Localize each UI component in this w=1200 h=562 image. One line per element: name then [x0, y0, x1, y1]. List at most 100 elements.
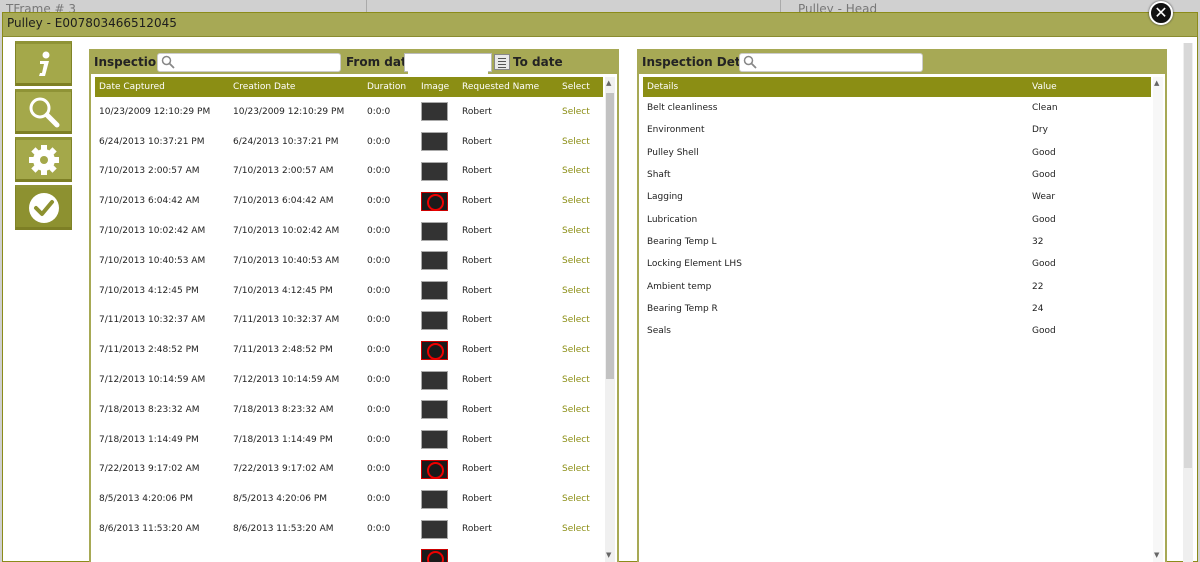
inspection-thumbnail[interactable] — [421, 430, 448, 450]
image-cell[interactable] — [417, 97, 458, 127]
table-row[interactable]: 7/10/2013 10:40:53 AM 7/10/2013 10:40:53 … — [95, 246, 603, 276]
scroll-up-arrow-icon[interactable]: ▲ — [606, 79, 611, 87]
table-row[interactable]: 7/18/2013 8:23:32 AM 7/18/2013 8:23:32 AM… — [95, 395, 603, 425]
image-cell[interactable] — [417, 157, 458, 187]
select-link[interactable]: Select — [558, 365, 603, 395]
select-link[interactable]: Select — [562, 435, 590, 445]
approve-button[interactable] — [15, 185, 72, 230]
close-icon[interactable]: ✕ — [1154, 3, 1167, 22]
detail-row[interactable]: Ambient temp 22 — [643, 275, 1151, 297]
image-cell[interactable] — [417, 276, 458, 306]
image-cell[interactable] — [417, 246, 458, 276]
select-link[interactable]: Select — [558, 514, 603, 544]
detail-row[interactable]: Belt cleanliness Clean — [643, 97, 1151, 119]
table-row[interactable]: 7/10/2013 2:00:57 AM 7/10/2013 2:00:57 AM… — [95, 157, 603, 187]
detail-row[interactable]: Pulley Shell Good — [643, 142, 1151, 164]
table-row[interactable]: 10/23/2009 12:10:29 PM 10/23/2009 12:10:2… — [95, 97, 603, 127]
select-link[interactable]: Select — [562, 256, 590, 266]
image-cell[interactable] — [417, 306, 458, 336]
image-cell[interactable] — [417, 484, 458, 514]
inspection-thumbnail[interactable] — [421, 281, 448, 301]
table-row[interactable]: 7/12/2013 10:14:59 AM 7/12/2013 10:14:59 … — [95, 365, 603, 395]
search-tool-button[interactable] — [15, 89, 72, 134]
image-cell[interactable] — [417, 127, 458, 157]
inspection-thumbnail[interactable] — [421, 251, 448, 271]
modal-scroll-thumb[interactable] — [1184, 43, 1192, 468]
no-image-icon[interactable] — [421, 191, 448, 211]
column-requested-name[interactable]: Requested Name — [458, 77, 558, 97]
image-cell[interactable] — [417, 514, 458, 544]
detail-row[interactable]: Environment Dry — [643, 119, 1151, 141]
select-link[interactable]: Select — [558, 276, 603, 306]
select-link[interactable]: Select — [562, 226, 590, 236]
select-link[interactable]: Select — [562, 286, 590, 296]
table-row[interactable]: 8/6/2013 11:53:20 AM 8/6/2013 11:53:20 AM… — [95, 514, 603, 544]
inspection-thumbnail[interactable] — [421, 102, 448, 122]
table-row[interactable]: 6/24/2013 10:37:21 PM 6/24/2013 10:37:21 … — [95, 127, 603, 157]
select-link[interactable]: Select — [562, 107, 590, 117]
calendar-icon[interactable] — [494, 54, 510, 70]
column-date-captured[interactable]: Date Captured — [95, 77, 229, 97]
select-link[interactable]: Select — [562, 345, 590, 355]
image-cell[interactable] — [417, 335, 458, 365]
details-scrollbar[interactable]: ▲ ▼ — [1153, 77, 1163, 562]
table-row[interactable]: 7/18/2013 1:14:49 PM 7/18/2013 1:14:49 PM… — [95, 425, 603, 455]
table-row[interactable] — [95, 544, 603, 562]
settings-button[interactable] — [15, 137, 72, 182]
select-link[interactable]: Select — [558, 455, 603, 485]
no-image-icon[interactable] — [421, 549, 448, 562]
info-button[interactable] — [15, 41, 72, 86]
table-row[interactable]: 7/22/2013 9:17:02 AM 7/22/2013 9:17:02 AM… — [95, 455, 603, 485]
detail-row[interactable]: Bearing Temp L 32 — [643, 231, 1151, 253]
scroll-up-arrow-icon[interactable]: ▲ — [1154, 79, 1159, 87]
select-link[interactable]: Select — [562, 375, 590, 385]
column-duration[interactable]: Duration — [363, 77, 417, 97]
detail-row[interactable]: Lubrication Good — [643, 208, 1151, 230]
image-cell[interactable] — [417, 216, 458, 246]
details-search-input[interactable] — [760, 55, 918, 70]
inspection-thumbnail[interactable] — [421, 161, 448, 181]
from-date-input[interactable] — [408, 58, 488, 74]
image-cell[interactable] — [417, 455, 458, 485]
details-search-box[interactable] — [739, 53, 923, 72]
select-link[interactable]: Select — [562, 315, 590, 325]
column-creation-date[interactable]: Creation Date — [229, 77, 363, 97]
from-date-field[interactable] — [404, 53, 492, 74]
select-link[interactable]: Select — [558, 306, 603, 336]
no-image-icon[interactable] — [421, 459, 448, 479]
select-link[interactable]: Select — [558, 216, 603, 246]
inspections-scroll-thumb[interactable] — [606, 93, 614, 379]
image-cell[interactable] — [417, 425, 458, 455]
scroll-down-arrow-icon[interactable]: ▼ — [1154, 551, 1159, 559]
select-link[interactable]: Select — [558, 97, 603, 127]
select-link[interactable]: Select — [562, 494, 590, 504]
table-row[interactable]: 7/10/2013 6:04:42 AM 7/10/2013 6:04:42 AM… — [95, 186, 603, 216]
select-link[interactable]: Select — [562, 405, 590, 415]
no-image-icon[interactable] — [421, 340, 448, 360]
select-link[interactable]: Select — [562, 137, 590, 147]
inspection-thumbnail[interactable] — [421, 310, 448, 330]
inspection-thumbnail[interactable] — [421, 489, 448, 509]
table-row[interactable]: 7/11/2013 10:32:37 AM 7/11/2013 10:32:37 … — [95, 306, 603, 336]
select-link[interactable]: Select — [562, 464, 590, 474]
modal-scrollbar[interactable] — [1183, 43, 1193, 562]
image-cell[interactable] — [417, 186, 458, 216]
table-row[interactable]: 7/10/2013 4:12:45 PM 7/10/2013 4:12:45 PM… — [95, 276, 603, 306]
inspection-thumbnail[interactable] — [421, 221, 448, 241]
image-cell[interactable] — [417, 365, 458, 395]
inspections-search-box[interactable] — [157, 53, 341, 72]
detail-row[interactable]: Shaft Good — [643, 164, 1151, 186]
detail-row[interactable]: Lagging Wear — [643, 186, 1151, 208]
table-row[interactable]: 7/10/2013 10:02:42 AM 7/10/2013 10:02:42 … — [95, 216, 603, 246]
select-link[interactable]: Select — [558, 127, 603, 157]
image-cell[interactable] — [417, 395, 458, 425]
select-link[interactable]: Select — [562, 196, 590, 206]
detail-row[interactable]: Locking Element LHS Good — [643, 253, 1151, 275]
table-row[interactable]: 7/11/2013 2:48:52 PM 7/11/2013 2:48:52 PM… — [95, 335, 603, 365]
detail-row[interactable]: Bearing Temp R 24 — [643, 298, 1151, 320]
inspection-thumbnail[interactable] — [421, 519, 448, 539]
select-link[interactable]: Select — [558, 246, 603, 276]
select-link[interactable]: Select — [558, 395, 603, 425]
table-row[interactable]: 8/5/2013 4:20:06 PM 8/5/2013 4:20:06 PM 0:… — [95, 484, 603, 514]
inspection-thumbnail[interactable] — [421, 400, 448, 420]
